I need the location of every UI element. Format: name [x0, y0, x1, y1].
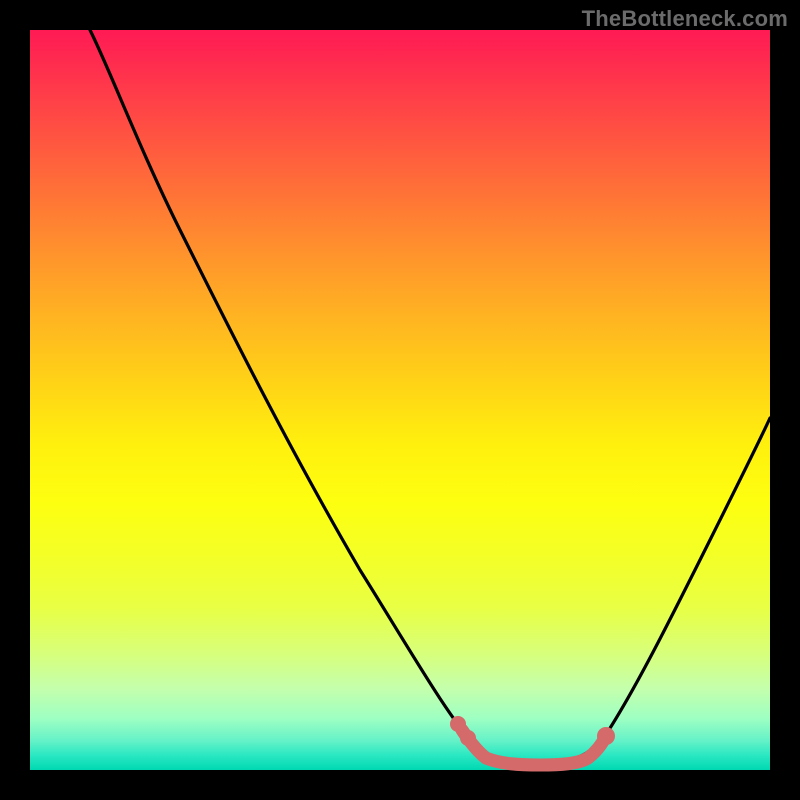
highlight-dot	[450, 716, 466, 732]
chart-frame: TheBottleneck.com	[0, 0, 800, 800]
optimal-highlight	[462, 730, 606, 765]
bottleneck-curve	[90, 30, 770, 763]
watermark: TheBottleneck.com	[582, 6, 788, 32]
chart-svg	[30, 30, 770, 770]
highlight-dot	[460, 730, 476, 746]
highlight-dot	[597, 727, 615, 745]
